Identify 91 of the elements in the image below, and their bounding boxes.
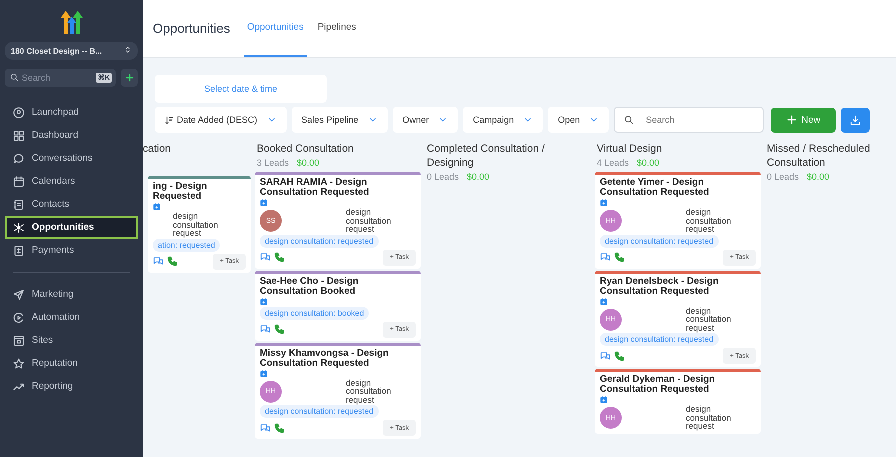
card-note: design consultation request [346, 378, 392, 404]
search-field[interactable]: Search [614, 107, 764, 133]
nav-item[interactable]: Sites [5, 329, 138, 352]
chat-icon [600, 350, 611, 362]
card-note: design consultation request [686, 405, 732, 430]
phone-icon [274, 324, 285, 335]
card-note: design consultation request [346, 208, 392, 234]
nav-item[interactable]: Contacts [5, 193, 138, 216]
phone-icon [167, 256, 178, 267]
lead-count: 0 Leads [767, 172, 800, 182]
phone-icon [274, 422, 285, 434]
arrows-logo [58, 10, 84, 34]
page-title: Opportunities [153, 21, 230, 36]
quick-add-button[interactable] [121, 69, 138, 87]
card-note: design consultation request [173, 212, 220, 238]
filter-dropdown[interactable]: Open [548, 107, 610, 133]
card-title: ing - Design Requested [153, 182, 208, 202]
card-title: Sae-Hee Cho - Design Consultation Booked [260, 276, 360, 296]
column-value: $0.00 [467, 172, 490, 182]
search-icon [624, 115, 634, 125]
chevron-updown-icon [124, 46, 132, 54]
calendar-icon [600, 298, 608, 306]
calendar-icon [260, 370, 268, 378]
calendar-icon [600, 396, 608, 404]
sort-dropdown[interactable]: Date Added (DESC) [155, 107, 287, 133]
column-title: Completed Consultation / Designing [426, 142, 546, 170]
card-title: Getente Yimer - Design Consultation Requested [600, 178, 710, 198]
tag: design consultation: booked [260, 306, 370, 320]
download-button[interactable] [841, 108, 870, 132]
card-note: design consultation request [686, 208, 732, 234]
plus-icon [786, 115, 797, 125]
filter-dropdown[interactable]: Campaign [463, 107, 544, 133]
calendar-icon [13, 176, 25, 188]
dashboard-grid-icon [13, 130, 25, 142]
tag: design consultation: requested [600, 333, 719, 346]
download-icon [850, 114, 862, 126]
phone-icon [274, 252, 285, 263]
chat-bubble-icon [13, 152, 25, 164]
automation-icon [13, 312, 25, 324]
card-title: SARAH RAMIA - Design Consultation Requested [260, 178, 370, 198]
lead-count: 3 Leads [257, 158, 290, 168]
sort-icon [165, 116, 174, 124]
nav-item[interactable]: Marketing [5, 283, 138, 306]
opportunities-icon [13, 222, 25, 234]
tag: design consultation: requested [600, 234, 719, 248]
tag: ation: requested [153, 238, 220, 252]
receipt-icon [13, 244, 25, 256]
search-icon [10, 73, 19, 82]
calendar-icon [600, 199, 608, 207]
calendar-icon [260, 298, 268, 306]
filter-dropdown[interactable]: Owner [392, 107, 458, 133]
filter-dropdown[interactable]: Sales Pipeline [292, 107, 388, 133]
column-title: Missed / Rescheduled Consultation [766, 142, 872, 170]
tag: design consultation: requested [260, 405, 379, 418]
contact-card-icon [13, 198, 25, 210]
tag: design consultation: requested [260, 234, 379, 248]
card-title: Ryan Denelsbeck - Design Consultation Requested [600, 276, 720, 296]
column-value: $0.00 [637, 158, 660, 168]
calendar-icon [153, 203, 161, 211]
web-page-icon [13, 334, 25, 346]
card-note: design consultation request [686, 306, 732, 332]
nav-item[interactable]: Launchpad [5, 101, 138, 124]
card-title: Missy Khamvongsa - Design Consultation Requested [260, 348, 390, 368]
nav-item[interactable]: Reporting [5, 375, 138, 398]
nav-item[interactable]: Payments [5, 239, 138, 262]
paper-plane-icon [13, 288, 25, 300]
lead-count: 4 Leads [597, 158, 630, 168]
nav-item[interactable]: Conversations [5, 147, 138, 170]
chat-icon [600, 252, 611, 263]
nav-item[interactable]: Reputation [5, 352, 138, 375]
star-icon [13, 358, 25, 370]
chat-icon [260, 422, 271, 434]
nav-item[interactable]: Opportunities [5, 216, 138, 239]
column-value: $0.00 [297, 158, 320, 168]
column-value: $0.00 [807, 172, 830, 182]
column-title: Virtual Design [596, 142, 664, 156]
chat-icon [153, 256, 164, 267]
lead-count: 0 Leads [427, 172, 460, 182]
nav-item[interactable]: Calendars [5, 170, 138, 193]
nav-item[interactable]: Automation [5, 306, 138, 329]
card-title: Gerald Dykeman - Design Consultation Requested [600, 375, 716, 395]
column-title: Booked Consultation [256, 142, 355, 156]
nav-item[interactable]: Dashboard [5, 124, 138, 147]
phone-icon [614, 252, 625, 263]
column-title: cation [143, 142, 172, 156]
calendar-icon [260, 199, 268, 207]
account-switcher[interactable]: 180 Closet Design -- B... [5, 42, 138, 60]
tab[interactable]: Pipelines [314, 0, 360, 57]
phone-icon [614, 350, 625, 362]
chat-icon [260, 252, 271, 263]
chat-icon [260, 324, 271, 335]
